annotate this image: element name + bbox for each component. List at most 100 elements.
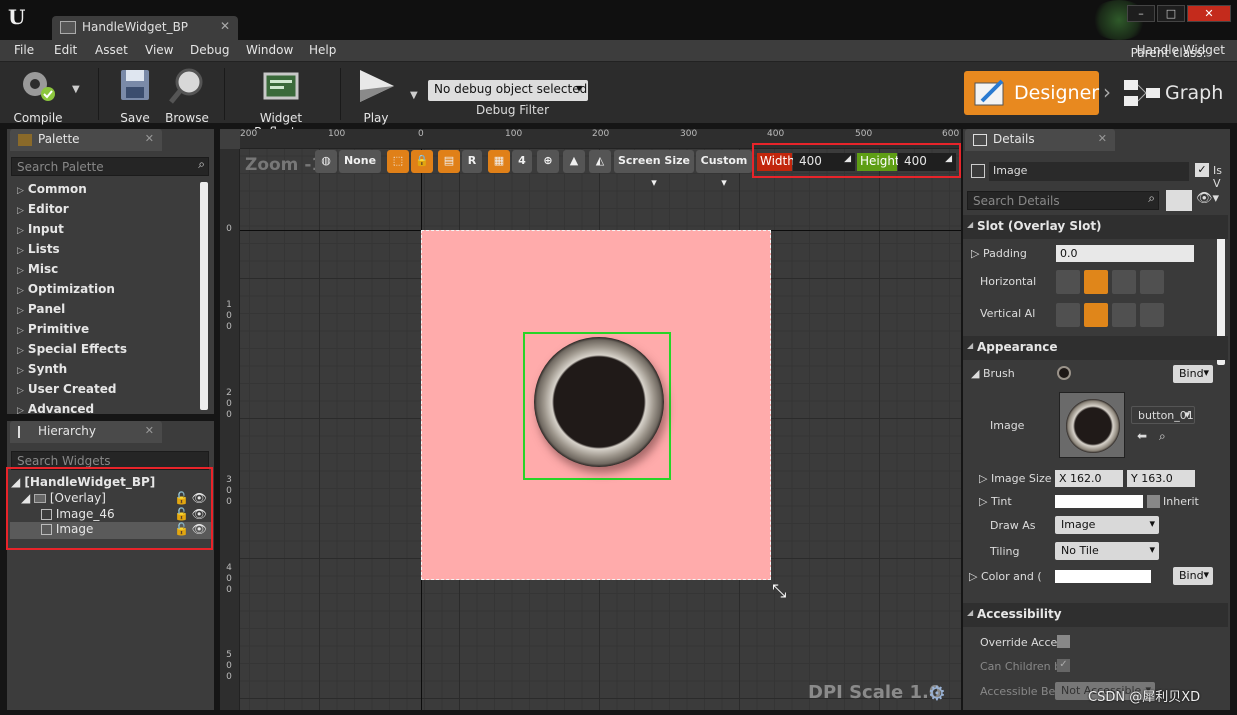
brush-label[interactable]: ◢ Brush [971,367,1015,380]
designer-mode-button[interactable]: Designer [964,71,1099,115]
can-children-label: Can Children b [980,660,1062,673]
palette-category-misc[interactable]: Misc [17,262,58,276]
tab-palette[interactable]: Palette ✕ [10,129,162,151]
grid-size-button[interactable]: 4 [512,150,532,173]
details-search-input[interactable]: Search Details ⌕ [967,191,1159,210]
outline-toggle-icon[interactable]: ⬚ [387,150,409,173]
selected-image-widget[interactable] [523,332,671,480]
align-top-icon[interactable] [1056,303,1080,327]
close-tab-icon[interactable]: ✕ [145,132,154,145]
align-middle-icon[interactable] [1084,303,1108,327]
brush-thumbnail-icon [1057,366,1071,380]
padding-label[interactable]: ▷ Padding [971,247,1027,260]
globe-icon[interactable]: ◍ [315,150,337,173]
tab-handlewidget-bp[interactable]: HandleWidget_BP ✕ [52,16,238,40]
palette-category-lists[interactable]: Lists [17,242,60,256]
palette-category-user-created[interactable]: User Created [17,382,117,396]
close-tab-icon[interactable]: ✕ [145,424,154,437]
align-center-icon[interactable] [1084,270,1108,294]
compile-button[interactable]: Compile [8,66,68,125]
can-children-checkbox[interactable]: ✓ [1057,659,1070,672]
grid-snap-icon[interactable]: ▦ [488,150,510,173]
close-tab-icon[interactable]: ✕ [1098,132,1107,145]
image-preview-icon[interactable]: ▲ [563,150,585,173]
widget-root-preview[interactable] [421,230,771,580]
respect-locks-icon[interactable]: ▤ [438,150,460,173]
tiling-dropdown[interactable]: No Tile [1055,542,1159,560]
brush-bind-button[interactable]: Bind [1173,365,1213,383]
image-asset-thumbnail[interactable] [1059,392,1125,458]
tab-hierarchy[interactable]: Hierarchy ✕ [10,421,162,443]
palette-category-input[interactable]: Input [17,222,64,236]
section-accessibility[interactable]: Accessibility [963,603,1228,627]
palette-category-primitive[interactable]: Primitive [17,322,89,336]
widget-name-input[interactable]: Image [989,162,1189,181]
align-vfill-icon[interactable] [1140,303,1164,327]
lock-icon[interactable]: 🔒 [411,150,433,173]
color-bind-button[interactable]: Bind [1173,567,1213,585]
browse-button[interactable]: Browse [160,66,214,125]
is-variable-checkbox[interactable]: ✓ [1195,163,1209,177]
dpi-settings-gear-icon[interactable]: ⚙ [928,681,946,705]
palette-category-common[interactable]: Common [17,182,87,196]
screen-size-dropdown[interactable]: Screen Size ▾ [614,150,694,189]
browse-asset-icon[interactable]: ⌕ [1159,429,1166,444]
align-right-icon[interactable] [1112,270,1136,294]
palette-category-editor[interactable]: Editor [17,202,69,216]
play-button[interactable]: Play [350,66,402,125]
custom-size-dropdown[interactable]: Custom ▾ [696,150,752,189]
align-bottom-icon[interactable] [1112,303,1136,327]
draw-as-dropdown[interactable]: Image [1055,516,1159,534]
menu-window[interactable]: Window [246,43,293,57]
maximize-button[interactable]: □ [1157,5,1185,22]
compile-gear-icon [23,72,55,101]
minimize-button[interactable]: – [1127,5,1155,22]
palette-category-special-effects[interactable]: Special Effects [17,342,127,356]
r-button[interactable]: R [462,150,482,173]
inherit-checkbox[interactable] [1147,495,1160,508]
menu-asset[interactable]: Asset [95,43,128,57]
color-opacity-label[interactable]: ▷ Color and ( [969,570,1042,583]
padding-input[interactable]: 0.0 [1056,245,1194,262]
use-selected-arrow-icon[interactable]: ⬅ [1137,429,1147,443]
menu-debug[interactable]: Debug [190,43,229,57]
vertical-alignment-label: Vertical Al [980,307,1036,320]
palette-category-advanced[interactable]: Advanced [17,402,94,416]
menu-help[interactable]: Help [309,43,336,57]
play-options-icon[interactable]: ▼ [410,90,418,101]
image-asset-dropdown[interactable]: button_01 [1131,406,1195,424]
visibility-options-icon[interactable]: 👁▾ [1196,191,1219,206]
image-size-y-input[interactable]: Y 163.0 [1127,470,1195,487]
override-accessible-checkbox[interactable] [1057,635,1070,648]
tint-label[interactable]: ▷ Tint [979,495,1012,508]
section-slot[interactable]: Slot (Overlay Slot) [963,215,1228,239]
color-opacity-swatch[interactable] [1055,570,1151,583]
menu-file[interactable]: File [14,43,34,57]
palette-search-input[interactable]: Search Palette ⌕ [11,157,209,176]
close-tab-icon[interactable]: ✕ [220,19,230,33]
align-fill-icon[interactable] [1140,270,1164,294]
tint-color-swatch[interactable] [1055,495,1143,508]
property-matrix-icon[interactable] [1166,190,1192,211]
graph-mode-button[interactable]: Graph [1120,71,1230,115]
align-left-icon[interactable] [1056,270,1080,294]
tab-details[interactable]: Details ✕ [965,129,1115,151]
palette-scrollbar[interactable] [200,182,208,410]
save-button[interactable]: Save [110,66,160,125]
image-size-label[interactable]: ▷ Image Size [979,472,1052,485]
image-size-x-input[interactable]: X 162.0 [1055,470,1123,487]
transform-icon[interactable]: ⊕ [537,150,559,173]
menu-edit[interactable]: Edit [54,43,77,57]
palette-category-panel[interactable]: Panel [17,302,65,316]
compile-options-icon[interactable]: ▼ [72,84,80,95]
palette-category-optimization[interactable]: Optimization [17,282,115,296]
section-appearance[interactable]: Appearance [963,336,1228,360]
debug-object-select[interactable]: No debug object selected ▾ [428,80,588,101]
menu-view[interactable]: View [145,43,173,57]
resize-handle-icon[interactable]: ⤡ [772,581,786,602]
palette-category-synth[interactable]: Synth [17,362,67,376]
mirror-icon[interactable]: ◭ [589,150,611,173]
none-button[interactable]: None [339,150,381,173]
designer-canvas[interactable]: 200 100 0 100 200 300 400 500 600 0 1 0 … [220,129,961,710]
close-button[interactable]: ✕ [1187,5,1231,22]
